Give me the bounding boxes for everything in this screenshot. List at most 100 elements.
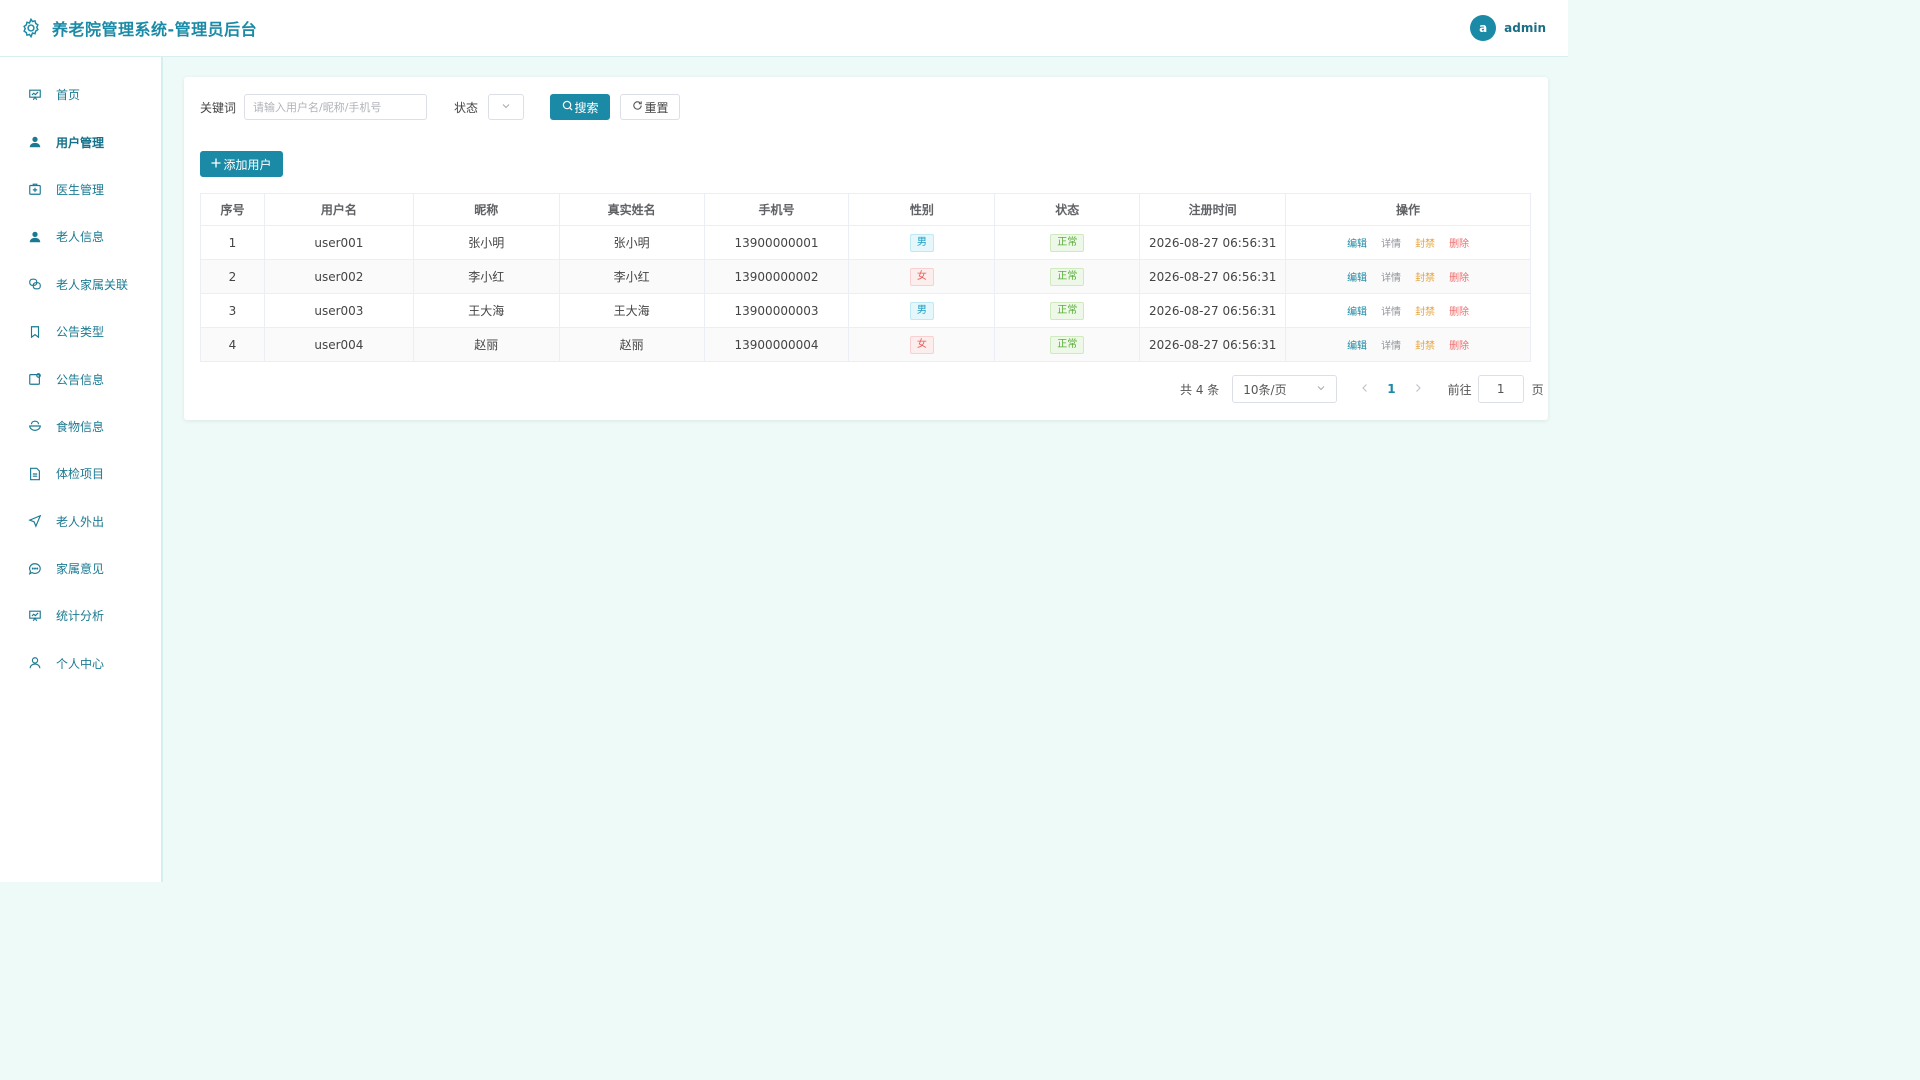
chat-icon [28,562,42,576]
keyword-search-input[interactable] [244,94,428,120]
delete-link[interactable]: 删除 [1449,235,1469,250]
document-icon [28,467,42,481]
status-badge: 正常 [1050,335,1085,354]
sidebar-item-statistics[interactable]: 统计分析 [0,592,161,639]
cell-nickname: 赵丽 [412,327,560,362]
sidebar-item-label: 用户管理 [56,135,105,150]
delete-link[interactable]: 删除 [1449,337,1469,352]
cell-phone: 13900000003 [703,293,850,328]
column-header: 注册时间 [1139,193,1287,226]
cell-registered: 2026-08-27 06:56:31 [1139,225,1287,260]
gender-badge: 女 [909,335,934,354]
ban-link[interactable]: 封禁 [1415,269,1435,284]
gender-badge: 男 [909,233,934,252]
prev-page-button[interactable] [1361,382,1369,396]
ban-link[interactable]: 封禁 [1415,337,1435,352]
food-icon [28,419,42,433]
sidebar-item-elder-info[interactable]: 老人信息 [0,213,161,260]
sidebar-item-notice-type[interactable]: 公告类型 [0,308,161,355]
delete-link[interactable]: 删除 [1449,269,1469,284]
search-button[interactable]: 搜索 [550,94,611,120]
cell-real-name: 王大海 [558,293,705,328]
sidebar-item-label: 统计分析 [56,609,105,624]
next-page-button[interactable] [1414,382,1422,396]
sidebar-item-personal-center[interactable]: 个人中心 [0,640,161,687]
sidebar-item-family-feedback[interactable]: 家属意见 [0,545,161,592]
page-number-current[interactable]: 1 [1387,382,1395,396]
status-badge: 正常 [1050,301,1085,320]
sidebar-item-doctor-management[interactable]: 医生管理 [0,166,161,213]
gear-icon [20,17,42,39]
cell-nickname: 王大海 [412,293,560,328]
cell-phone: 13900000001 [703,225,850,260]
sidebar-item-label: 医生管理 [56,182,105,197]
column-header: 用户名 [263,193,414,226]
sidebar-item-label: 个人中心 [56,656,105,671]
sidebar: 首页 用户管理 医生管理 老人信息 老人家属关联 公告类型 公告信息 食物信息 … [0,57,163,882]
add-user-button-label: 添加用户 [223,157,272,172]
column-header: 手机号 [703,193,850,226]
user-menu[interactable]: a admin [1470,15,1546,41]
page-size-value: 10条/页 [1243,382,1287,397]
keyword-label: 关键词 [200,100,237,115]
status-select[interactable] [488,94,525,120]
cell-username: user003 [263,293,414,328]
cell-username: user002 [263,259,414,294]
sidebar-item-home[interactable]: 首页 [0,71,161,118]
delete-link[interactable]: 删除 [1449,303,1469,318]
sidebar-item-label: 公告类型 [56,325,105,340]
sidebar-item-elder-family-link[interactable]: 老人家属关联 [0,261,161,308]
ban-link[interactable]: 封禁 [1415,235,1435,250]
cell-index: 3 [200,293,265,328]
column-header: 序号 [200,193,265,226]
detail-link[interactable]: 详情 [1381,337,1401,352]
status-badge: 正常 [1050,233,1085,252]
gender-badge: 男 [909,301,934,320]
column-header: 操作 [1285,193,1531,226]
detail-link[interactable]: 详情 [1381,235,1401,250]
cell-index: 2 [200,259,265,294]
detail-link[interactable]: 详情 [1381,269,1401,284]
add-user-button[interactable]: 添加用户 [200,151,283,177]
sidebar-item-food-info[interactable]: 食物信息 [0,403,161,450]
reset-button[interactable]: 重置 [620,94,681,120]
sidebar-item-notice-info[interactable]: 公告信息 [0,355,161,402]
ban-link[interactable]: 封禁 [1415,303,1435,318]
table-row: 2 user002 李小红 李小红 13900000002 女 正常 2026-… [200,259,1531,294]
cell-gender: 男 [848,225,996,260]
avatar[interactable]: a [1470,15,1497,41]
sidebar-item-label: 家属意见 [56,562,105,577]
cell-username: user004 [263,327,414,362]
table-row: 1 user001 张小明 张小明 13900000001 男 正常 2026-… [200,225,1531,260]
total-count: 共 4 条 [1180,382,1220,397]
sidebar-item-elder-outing[interactable]: 老人外出 [0,498,161,545]
cell-registered: 2026-08-27 06:56:31 [1139,259,1287,294]
status-badge: 正常 [1050,267,1085,286]
chevron-left-icon [1362,384,1368,392]
sidebar-item-user-management[interactable]: 用户管理 [0,118,161,165]
chart-board-icon [28,88,42,102]
sidebar-item-label: 公告信息 [56,372,105,387]
cell-gender: 女 [848,327,996,362]
cell-phone: 13900000002 [703,259,850,294]
cell-ops: 编辑 详情 封禁 删除 [1285,327,1531,362]
cell-username: user001 [263,225,414,260]
edit-link[interactable]: 编辑 [1347,235,1367,250]
cell-registered: 2026-08-27 06:56:31 [1139,293,1287,328]
edit-link[interactable]: 编辑 [1347,337,1367,352]
cell-status: 正常 [994,293,1141,328]
top-header: 养老院管理系统-管理员后台 a admin [0,0,1568,57]
sidebar-item-checkup-items[interactable]: 体检项目 [0,450,161,497]
edit-link[interactable]: 编辑 [1347,303,1367,318]
sidebar-item-label: 老人家属关联 [56,277,129,292]
page-unit-label: 页 [1531,382,1544,397]
table-row: 4 user004 赵丽 赵丽 13900000004 女 正常 2026-08… [200,327,1531,362]
status-label: 状态 [454,100,479,115]
page-size-select[interactable]: 10条/页 [1232,375,1338,403]
username-label[interactable]: admin [1504,21,1546,35]
edit-link[interactable]: 编辑 [1347,269,1367,284]
table-row: 3 user003 王大海 王大海 13900000003 男 正常 2026-… [200,293,1531,328]
detail-link[interactable]: 详情 [1381,303,1401,318]
goto-page-input[interactable] [1477,375,1524,403]
sidebar-item-label: 食物信息 [56,419,105,434]
